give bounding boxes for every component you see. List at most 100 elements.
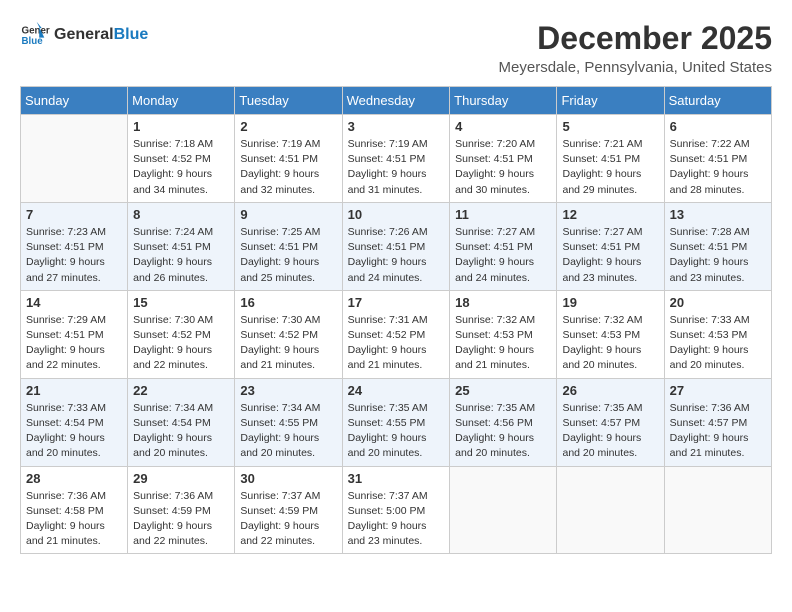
sunrise-text: Sunrise: 7:30 AM xyxy=(133,313,229,328)
table-row: 8Sunrise: 7:24 AMSunset: 4:51 PMDaylight… xyxy=(128,202,235,290)
sunset-text: Sunset: 4:52 PM xyxy=(240,328,336,343)
daylight-text: Daylight: 9 hours xyxy=(240,255,336,270)
col-friday: Friday xyxy=(557,87,664,115)
daylight-text: Daylight: 9 hours xyxy=(240,167,336,182)
calendar-table: Sunday Monday Tuesday Wednesday Thursday… xyxy=(20,86,772,554)
sunset-text: Sunset: 4:51 PM xyxy=(670,152,766,167)
daylight-text: Daylight: 9 hours xyxy=(562,343,658,358)
daylight-minutes-text: and 34 minutes. xyxy=(133,183,229,198)
day-number: 18 xyxy=(455,295,551,310)
daylight-minutes-text: and 20 minutes. xyxy=(26,446,122,461)
sunrise-text: Sunrise: 7:36 AM xyxy=(670,401,766,416)
sunset-text: Sunset: 4:52 PM xyxy=(133,328,229,343)
col-saturday: Saturday xyxy=(664,87,771,115)
sunset-text: Sunset: 4:51 PM xyxy=(455,240,551,255)
daylight-text: Daylight: 9 hours xyxy=(26,519,122,534)
day-detail: Sunrise: 7:23 AMSunset: 4:51 PMDaylight:… xyxy=(26,225,122,286)
sunrise-text: Sunrise: 7:26 AM xyxy=(348,225,445,240)
day-detail: Sunrise: 7:19 AMSunset: 4:51 PMDaylight:… xyxy=(240,137,336,198)
day-number: 25 xyxy=(455,383,551,398)
sunrise-text: Sunrise: 7:32 AM xyxy=(455,313,551,328)
daylight-minutes-text: and 32 minutes. xyxy=(240,183,336,198)
day-number: 7 xyxy=(26,207,122,222)
daylight-text: Daylight: 9 hours xyxy=(240,519,336,534)
daylight-minutes-text: and 22 minutes. xyxy=(26,358,122,373)
day-number: 11 xyxy=(455,207,551,222)
day-number: 22 xyxy=(133,383,229,398)
daylight-text: Daylight: 9 hours xyxy=(133,255,229,270)
table-row: 9Sunrise: 7:25 AMSunset: 4:51 PMDaylight… xyxy=(235,202,342,290)
daylight-minutes-text: and 21 minutes. xyxy=(26,534,122,549)
sunset-text: Sunset: 4:52 PM xyxy=(133,152,229,167)
day-detail: Sunrise: 7:27 AMSunset: 4:51 PMDaylight:… xyxy=(455,225,551,286)
sunset-text: Sunset: 4:51 PM xyxy=(133,240,229,255)
table-row: 15Sunrise: 7:30 AMSunset: 4:52 PMDayligh… xyxy=(128,290,235,378)
day-number: 23 xyxy=(240,383,336,398)
daylight-minutes-text: and 21 minutes. xyxy=(455,358,551,373)
table-row: 13 Sunrise: 7:28 AMSunset: 4:51 PMDayligh… xyxy=(664,202,771,290)
daylight-minutes-text: and 20 minutes. xyxy=(455,446,551,461)
day-number: 3 xyxy=(348,119,445,134)
day-number: 13 xyxy=(670,207,766,222)
table-row: 11 Sunrise: 7:27 AMSunset: 4:51 PMDayligh… xyxy=(450,202,557,290)
day-detail: Sunrise: 7:28 AMSunset: 4:51 PMDaylight:… xyxy=(670,225,766,286)
table-row: 10Sunrise: 7:26 AMSunset: 4:51 PMDayligh… xyxy=(342,202,450,290)
sunrise-text: Sunrise: 7:24 AM xyxy=(133,225,229,240)
sunset-text: Sunset: 4:55 PM xyxy=(348,416,445,431)
sunset-text: Sunset: 4:53 PM xyxy=(455,328,551,343)
sunrise-text: Sunrise: 7:35 AM xyxy=(455,401,551,416)
daylight-minutes-text: and 23 minutes. xyxy=(348,534,445,549)
sunrise-text: Sunrise: 7:28 AM xyxy=(670,225,766,240)
daylight-text: Daylight: 9 hours xyxy=(26,255,122,270)
table-row: 3Sunrise: 7:19 AMSunset: 4:51 PMDaylight… xyxy=(342,115,450,203)
daylight-text: Daylight: 9 hours xyxy=(240,343,336,358)
day-number: 6 xyxy=(670,119,766,134)
table-row: 2Sunrise: 7:19 AMSunset: 4:51 PMDaylight… xyxy=(235,115,342,203)
sunrise-text: Sunrise: 7:32 AM xyxy=(562,313,658,328)
sunset-text: Sunset: 4:53 PM xyxy=(670,328,766,343)
sunset-text: Sunset: 4:51 PM xyxy=(562,240,658,255)
day-detail: Sunrise: 7:33 AMSunset: 4:54 PMDaylight:… xyxy=(26,401,122,462)
day-detail: Sunrise: 7:27 AMSunset: 4:51 PMDaylight:… xyxy=(562,225,658,286)
day-number: 27 xyxy=(670,383,766,398)
table-row: 30Sunrise: 7:37 AMSunset: 4:59 PMDayligh… xyxy=(235,466,342,554)
location-subtitle: Meyersdale, Pennsylvania, United States xyxy=(499,59,772,76)
sunrise-text: Sunrise: 7:35 AM xyxy=(562,401,658,416)
svg-text:Blue: Blue xyxy=(22,36,44,47)
daylight-text: Daylight: 9 hours xyxy=(670,167,766,182)
logo: General Blue GeneralBlue xyxy=(20,20,148,50)
day-number: 26 xyxy=(562,383,658,398)
col-wednesday: Wednesday xyxy=(342,87,450,115)
table-row xyxy=(557,466,664,554)
day-number: 20 xyxy=(670,295,766,310)
calendar-header-row: Sunday Monday Tuesday Wednesday Thursday… xyxy=(21,87,772,115)
header: General Blue GeneralBlue December 2025 M… xyxy=(20,20,772,76)
table-row: 20Sunrise: 7:33 AMSunset: 4:53 PMDayligh… xyxy=(664,290,771,378)
daylight-minutes-text: and 23 minutes. xyxy=(670,271,766,286)
col-monday: Monday xyxy=(128,87,235,115)
day-detail: Sunrise: 7:21 AMSunset: 4:51 PMDaylight:… xyxy=(562,137,658,198)
sunset-text: Sunset: 4:55 PM xyxy=(240,416,336,431)
sunrise-text: Sunrise: 7:20 AM xyxy=(455,137,551,152)
sunrise-text: Sunrise: 7:29 AM xyxy=(26,313,122,328)
day-number: 9 xyxy=(240,207,336,222)
daylight-minutes-text: and 20 minutes. xyxy=(240,446,336,461)
day-number: 29 xyxy=(133,471,229,486)
day-number: 5 xyxy=(562,119,658,134)
sunrise-text: Sunrise: 7:21 AM xyxy=(562,137,658,152)
table-row: 16Sunrise: 7:30 AMSunset: 4:52 PMDayligh… xyxy=(235,290,342,378)
daylight-minutes-text: and 20 minutes. xyxy=(562,358,658,373)
daylight-minutes-text: and 21 minutes. xyxy=(348,358,445,373)
day-detail: Sunrise: 7:26 AMSunset: 4:51 PMDaylight:… xyxy=(348,225,445,286)
day-detail: Sunrise: 7:37 AMSunset: 5:00 PMDaylight:… xyxy=(348,489,445,550)
table-row: 21Sunrise: 7:33 AMSunset: 4:54 PMDayligh… xyxy=(21,378,128,466)
daylight-text: Daylight: 9 hours xyxy=(562,167,658,182)
day-number: 12 xyxy=(562,207,658,222)
table-row: 28Sunrise: 7:36 AMSunset: 4:58 PMDayligh… xyxy=(21,466,128,554)
day-number: 16 xyxy=(240,295,336,310)
table-row: 26Sunrise: 7:35 AMSunset: 4:57 PMDayligh… xyxy=(557,378,664,466)
daylight-minutes-text: and 31 minutes. xyxy=(348,183,445,198)
sunset-text: Sunset: 4:58 PM xyxy=(26,504,122,519)
daylight-minutes-text: and 22 minutes. xyxy=(133,358,229,373)
sunset-text: Sunset: 4:51 PM xyxy=(240,240,336,255)
